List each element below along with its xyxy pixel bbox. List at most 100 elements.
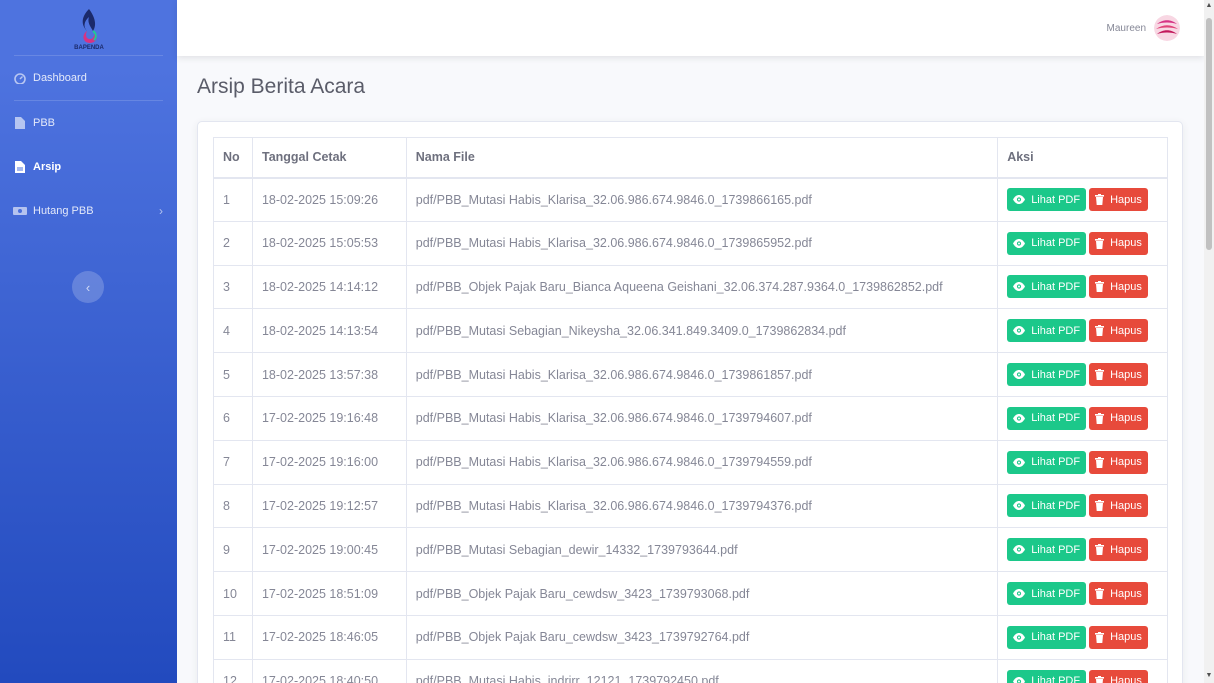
view-pdf-button[interactable]: Lihat PDF: [1007, 538, 1087, 562]
cell-tanggal-cetak: 17-02-2025 18:40:50: [251, 658, 407, 683]
eye-icon: [1013, 238, 1028, 248]
cell-no: 9: [213, 527, 253, 573]
table-row: 11 17-02-2025 18:46:05 pdf/PBB_Objek Pajak…: [213, 614, 1168, 660]
view-pdf-label: Lihat PDF: [1031, 412, 1081, 425]
trash-icon: [1095, 544, 1107, 556]
delete-label: Hapus: [1110, 280, 1142, 293]
cell-tanggal-cetak: 17-02-2025 19:16:00: [251, 439, 407, 485]
cell-tanggal-cetak: 17-02-2025 18:46:05: [251, 614, 407, 660]
delete-button[interactable]: Hapus: [1089, 319, 1148, 343]
table-row: 7 17-02-2025 19:16:00 pdf/PBB_Mutasi Habis…: [213, 439, 1168, 485]
view-pdf-button[interactable]: Lihat PDF: [1007, 406, 1087, 430]
view-pdf-button[interactable]: Lihat PDF: [1007, 319, 1087, 343]
money-icon: [13, 204, 27, 218]
cell-tanggal-cetak: 18-02-2025 14:13:54: [251, 308, 407, 354]
delete-button[interactable]: Hapus: [1089, 275, 1148, 299]
sidebar-item-pbb[interactable]: PBB: [0, 101, 177, 145]
cell-nama-file: pdf/PBB_Objek Pajak Baru_cewdsw_3423_173…: [405, 571, 999, 616]
eye-icon: [1013, 326, 1028, 336]
table-row: 4 18-02-2025 14:13:54 pdf/PBB_Mutasi Sebag…: [213, 308, 1168, 354]
view-pdf-label: Lihat PDF: [1031, 456, 1081, 469]
delete-button[interactable]: Hapus: [1089, 494, 1148, 518]
cell-no: 6: [213, 395, 253, 441]
page-title: Arsip Berita Acara: [197, 75, 366, 98]
view-pdf-label: Lihat PDF: [1031, 543, 1081, 556]
delete-label: Hapus: [1110, 237, 1142, 250]
view-pdf-button[interactable]: Lihat PDF: [1007, 231, 1087, 255]
view-pdf-button[interactable]: Lihat PDF: [1007, 494, 1087, 518]
view-pdf-label: Lihat PDF: [1031, 280, 1081, 293]
delete-button[interactable]: Hapus: [1089, 669, 1148, 683]
eye-icon: [1013, 413, 1028, 423]
cell-aksi: Lihat PDF Hapus: [997, 177, 1168, 222]
eye-icon: [1013, 676, 1028, 683]
delete-button[interactable]: Hapus: [1089, 538, 1148, 562]
delete-button[interactable]: Hapus: [1089, 406, 1148, 430]
view-pdf-button[interactable]: Lihat PDF: [1007, 625, 1087, 649]
sidebar-toggle-button[interactable]: ‹: [72, 271, 104, 303]
view-pdf-label: Lihat PDF: [1031, 675, 1081, 683]
cell-nama-file: pdf/PBB_Mutasi Habis_Klarisa_32.06.986.6…: [405, 352, 999, 397]
file-icon: [13, 116, 27, 130]
sidebar-item-hutang-pbb[interactable]: Hutang PBB ›: [0, 189, 177, 233]
sidebar: BAPENDA Dashboard PBB Arsip Hutang PBB ›…: [0, 0, 177, 683]
cell-tanggal-cetak: 18-02-2025 14:14:12: [251, 264, 407, 310]
view-pdf-button[interactable]: Lihat PDF: [1007, 582, 1087, 606]
cell-nama-file: pdf/PBB_Objek Pajak Baru_Bianca Aqueena …: [405, 264, 999, 310]
brand-logo[interactable]: BAPENDA: [14, 0, 163, 56]
sidebar-item-arsip[interactable]: Arsip: [0, 145, 177, 189]
archive-card: No Tanggal Cetak Nama File Aksi 1 18-02-2…: [197, 121, 1183, 683]
table-row: 10 17-02-2025 18:51:09 pdf/PBB_Objek Pajak…: [213, 571, 1168, 616]
delete-button[interactable]: Hapus: [1089, 625, 1148, 649]
trash-icon: [1095, 631, 1107, 643]
cell-aksi: Lihat PDF Hapus: [997, 658, 1168, 683]
delete-button[interactable]: Hapus: [1089, 582, 1148, 606]
view-pdf-button[interactable]: Lihat PDF: [1007, 669, 1087, 683]
sidebar-item-label: PBB: [33, 117, 56, 129]
bapenda-logo-icon: BAPENDA: [74, 8, 104, 51]
trash-icon: [1095, 588, 1107, 600]
delete-label: Hapus: [1110, 193, 1142, 206]
delete-button[interactable]: Hapus: [1089, 363, 1148, 387]
column-header-no: No: [213, 137, 253, 179]
sidebar-item-dashboard[interactable]: Dashboard: [0, 56, 177, 100]
cell-aksi: Lihat PDF Hapus: [997, 614, 1168, 660]
trash-icon: [1095, 325, 1107, 337]
view-pdf-button[interactable]: Lihat PDF: [1007, 363, 1087, 387]
cell-no: 7: [213, 439, 253, 485]
cell-tanggal-cetak: 17-02-2025 18:51:09: [251, 571, 407, 616]
scroll-up-icon[interactable]: ▲: [1205, 2, 1213, 10]
delete-button[interactable]: Hapus: [1089, 188, 1148, 212]
view-pdf-button[interactable]: Lihat PDF: [1007, 275, 1087, 299]
delete-label: Hapus: [1110, 368, 1142, 381]
scrollbar-thumb[interactable]: [1206, 18, 1212, 250]
eye-icon: [1013, 457, 1028, 467]
trash-icon: [1095, 456, 1107, 468]
view-pdf-label: Lihat PDF: [1031, 324, 1081, 337]
cell-nama-file: pdf/PBB_Objek Pajak Baru_cewdsw_3423_173…: [405, 614, 999, 660]
view-pdf-label: Lihat PDF: [1031, 631, 1081, 644]
cell-tanggal-cetak: 17-02-2025 19:12:57: [251, 483, 407, 529]
chevron-left-icon: ‹: [85, 279, 91, 295]
view-pdf-label: Lihat PDF: [1031, 587, 1081, 600]
cell-nama-file: pdf/PBB_Mutasi Habis_indrirr_12121_17397…: [405, 658, 999, 683]
table-row: 2 18-02-2025 15:05:53 pdf/PBB_Mutasi Habis…: [213, 220, 1168, 266]
view-pdf-button[interactable]: Lihat PDF: [1007, 450, 1087, 474]
trash-icon: [1095, 675, 1107, 683]
cell-no: 1: [213, 177, 253, 222]
delete-button[interactable]: Hapus: [1089, 231, 1148, 255]
user-name[interactable]: Maureen: [1107, 23, 1146, 34]
cell-aksi: Lihat PDF Hapus: [997, 264, 1168, 310]
scroll-down-icon[interactable]: ▼: [1205, 672, 1213, 680]
table-row: 3 18-02-2025 14:14:12 pdf/PBB_Objek Pajak …: [213, 264, 1168, 310]
avatar[interactable]: [1154, 15, 1180, 41]
trash-icon: [1095, 281, 1107, 293]
delete-label: Hapus: [1110, 543, 1142, 556]
trash-icon: [1095, 369, 1107, 381]
view-pdf-button[interactable]: Lihat PDF: [1007, 188, 1087, 212]
page-scrollbar[interactable]: ▲ ▼: [1204, 0, 1214, 683]
cell-aksi: Lihat PDF Hapus: [997, 395, 1168, 441]
delete-button[interactable]: Hapus: [1089, 450, 1148, 474]
delete-label: Hapus: [1110, 324, 1142, 337]
cell-nama-file: pdf/PBB_Mutasi Habis_Klarisa_32.06.986.6…: [405, 439, 999, 485]
